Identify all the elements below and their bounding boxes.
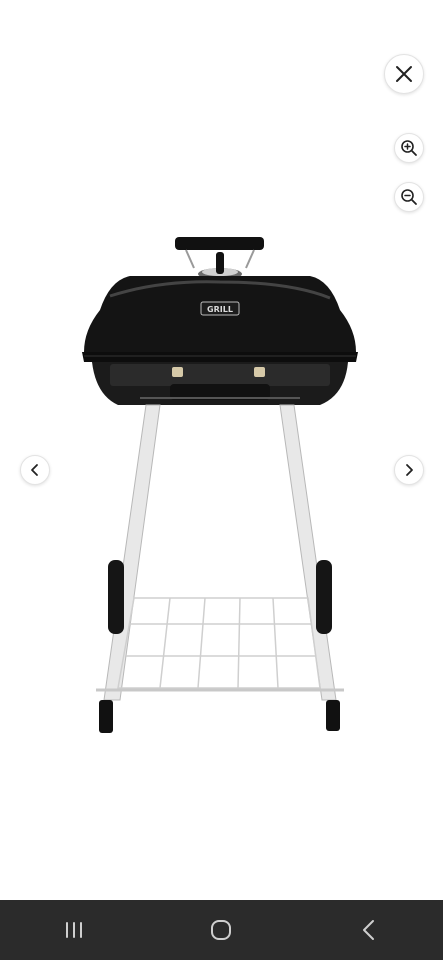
product-image-grill: GRILL — [82, 237, 358, 733]
bottom-shelf-grid — [117, 597, 321, 689]
zoom-out-button[interactable] — [394, 182, 424, 212]
zoom-in-icon — [401, 140, 417, 156]
zoom-in-button[interactable] — [394, 133, 424, 163]
system-navigation-bar — [0, 900, 443, 960]
grill-wheel-left — [108, 560, 124, 634]
close-icon — [396, 66, 412, 82]
grill-foot-left — [99, 700, 113, 733]
recents-button[interactable] — [44, 906, 104, 954]
chevron-left-icon — [31, 464, 38, 476]
next-image-button[interactable] — [394, 455, 424, 485]
back-button[interactable] — [339, 906, 399, 954]
home-button[interactable] — [191, 906, 251, 954]
lid-badge-text: GRILL — [207, 305, 233, 314]
recents-icon — [65, 922, 82, 938]
previous-image-button[interactable] — [20, 455, 50, 485]
close-button[interactable] — [384, 54, 424, 94]
grill-wheel-right — [316, 560, 332, 634]
chevron-right-icon — [406, 464, 413, 476]
home-icon — [211, 920, 232, 940]
grill-foot-right — [326, 700, 340, 731]
zoom-out-icon — [401, 189, 417, 205]
back-icon — [363, 920, 375, 940]
image-viewer: GRILL — [0, 0, 443, 900]
lid-handle — [175, 237, 264, 250]
